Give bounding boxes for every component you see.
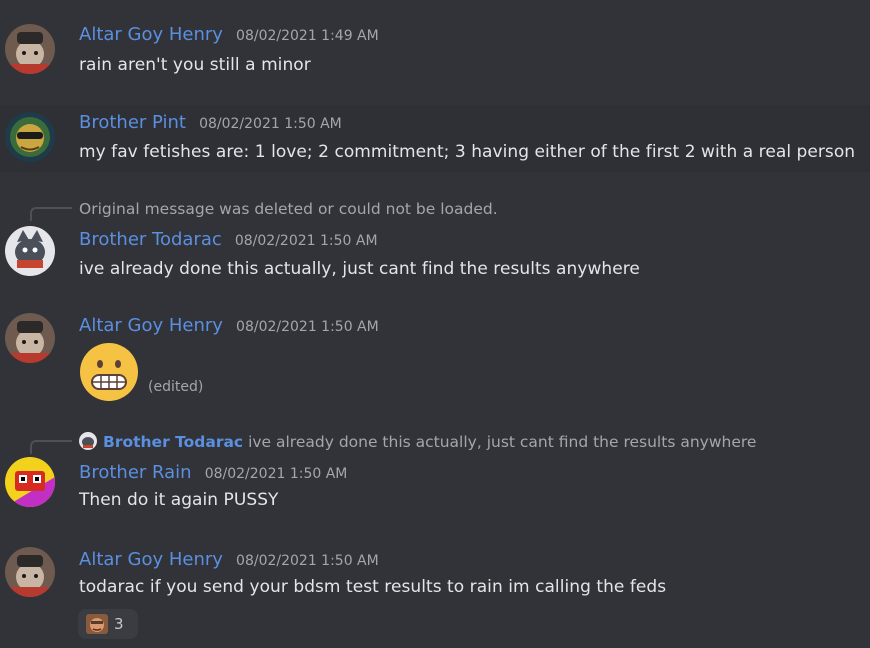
reaction-count: 3 [114, 615, 124, 633]
username[interactable]: Altar Goy Henry [79, 24, 223, 45]
message: Brother Todarac ive already done this ac… [0, 420, 870, 530]
reply-connector [30, 207, 72, 221]
username[interactable]: Altar Goy Henry [79, 549, 223, 570]
user-avatar[interactable] [5, 547, 55, 597]
timestamp: 08/02/2021 1:50 AM [236, 319, 379, 335]
edited-label: (edited) [148, 379, 204, 395]
reply-preview[interactable]: Brother Todarac ive already done this ac… [79, 432, 756, 451]
message: Altar Goy Henry 08/02/2021 1:50 AM todar… [0, 535, 870, 648]
username[interactable]: Brother Pint [79, 112, 186, 133]
message: Brother Pint 08/02/2021 1:50 AM my fav f… [0, 105, 870, 172]
reply-username[interactable]: Brother Todarac [103, 433, 243, 451]
user-avatar[interactable] [5, 112, 55, 162]
user-avatar[interactable] [5, 226, 55, 276]
username[interactable]: Brother Rain [79, 462, 192, 483]
username[interactable]: Altar Goy Henry [79, 315, 223, 336]
reply-preview[interactable]: Original message was deleted or could no… [79, 200, 498, 218]
timestamp: 08/02/2021 1:50 AM [204, 466, 348, 482]
message-text: rain aren't you still a minor [79, 55, 311, 75]
reply-avatar [79, 432, 97, 450]
user-avatar[interactable] [5, 313, 55, 363]
reaction-button[interactable]: 3 [78, 609, 138, 639]
user-avatar[interactable] [5, 24, 55, 74]
message-text: ive already done this actually, just can… [79, 259, 640, 279]
timestamp: 08/02/2021 1:50 AM [236, 553, 379, 569]
message-text: Then do it again PUSSY [79, 490, 279, 510]
message-text: my fav fetishes are: 1 love; 2 commitmen… [79, 142, 856, 162]
grimacing-face-emoji-icon [79, 342, 139, 402]
timestamp: 08/02/2021 1:50 AM [199, 116, 342, 132]
message-text: todarac if you send your bdsm test resul… [79, 577, 667, 597]
reply-text: ive already done this actually, just can… [248, 433, 757, 451]
message: Original message was deleted or could no… [0, 190, 870, 285]
username[interactable]: Brother Todarac [79, 229, 222, 250]
reply-connector [30, 440, 72, 454]
user-avatar[interactable] [5, 457, 55, 507]
timestamp: 08/02/2021 1:50 AM [234, 233, 378, 249]
face-emoji-icon [86, 614, 108, 634]
message: Altar Goy Henry 08/02/2021 1:49 AM rain … [0, 0, 870, 100]
timestamp: 08/02/2021 1:49 AM [236, 28, 379, 44]
message: Altar Goy Henry 08/02/2021 1:50 AM (edit… [0, 300, 870, 410]
